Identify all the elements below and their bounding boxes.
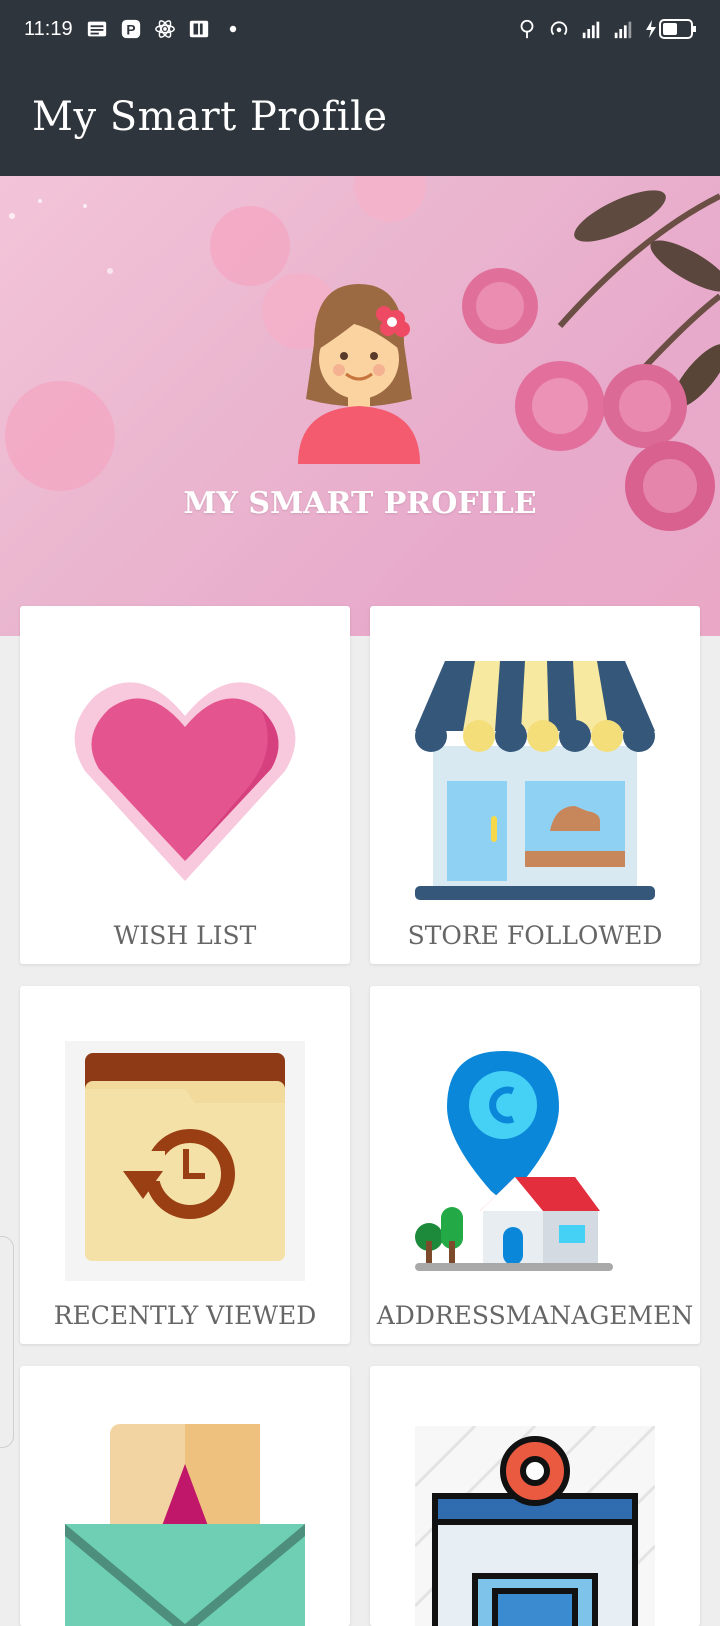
edge-swipe-handle[interactable] <box>0 1236 14 1448</box>
react-icon <box>155 20 175 38</box>
store-followed-card[interactable]: STORE FOLLOWED <box>370 606 700 964</box>
store-followed-label: STORE FOLLOWED <box>407 921 663 950</box>
app-bar: My Smart Profile <box>0 62 720 176</box>
status-bar: 11:19 P <box>0 0 720 62</box>
wish-list-card[interactable]: WISH LIST <box>20 606 350 964</box>
profile-title: MY SMART PROFILE <box>183 486 537 521</box>
wish-list-label: WISH LIST <box>113 921 257 950</box>
avatar <box>298 284 420 464</box>
heart-icon <box>74 682 296 881</box>
paytm-icon: P <box>121 19 141 39</box>
store-icon <box>415 661 655 900</box>
location-icon <box>520 19 534 39</box>
history-folder-icon <box>65 1041 305 1281</box>
status-time: 11:19 <box>24 18 73 40</box>
recently-viewed-label: RECENTLY VIEWED <box>53 1301 317 1330</box>
svg-text:P: P <box>126 23 135 38</box>
menu-card-5[interactable] <box>20 1366 350 1626</box>
recently-viewed-card[interactable]: RECENTLY VIEWED <box>20 986 350 1344</box>
signal-icon-1 <box>582 21 600 39</box>
battery-charging-icon <box>646 19 696 39</box>
news-icon <box>87 21 107 37</box>
address-management-card[interactable]: ADDRESSMANAGEMEN <box>370 986 700 1344</box>
address-management-label: ADDRESSMANAGEMEN <box>376 1301 694 1330</box>
profile-banner: MY SMART PROFILE <box>0 176 720 636</box>
system-icons <box>516 18 698 40</box>
app-title: My Smart Profile <box>32 94 388 140</box>
signal-icon-2 <box>614 21 632 39</box>
menu-card-6[interactable] <box>370 1366 700 1626</box>
envelope-icon <box>65 1424 305 1626</box>
dot-icon <box>229 25 237 33</box>
store-settings-icon <box>415 1426 655 1626</box>
address-pin-icon <box>415 1051 613 1271</box>
notification-icons: P <box>86 18 244 40</box>
app-icon <box>189 20 209 38</box>
hotspot-icon <box>550 21 568 36</box>
